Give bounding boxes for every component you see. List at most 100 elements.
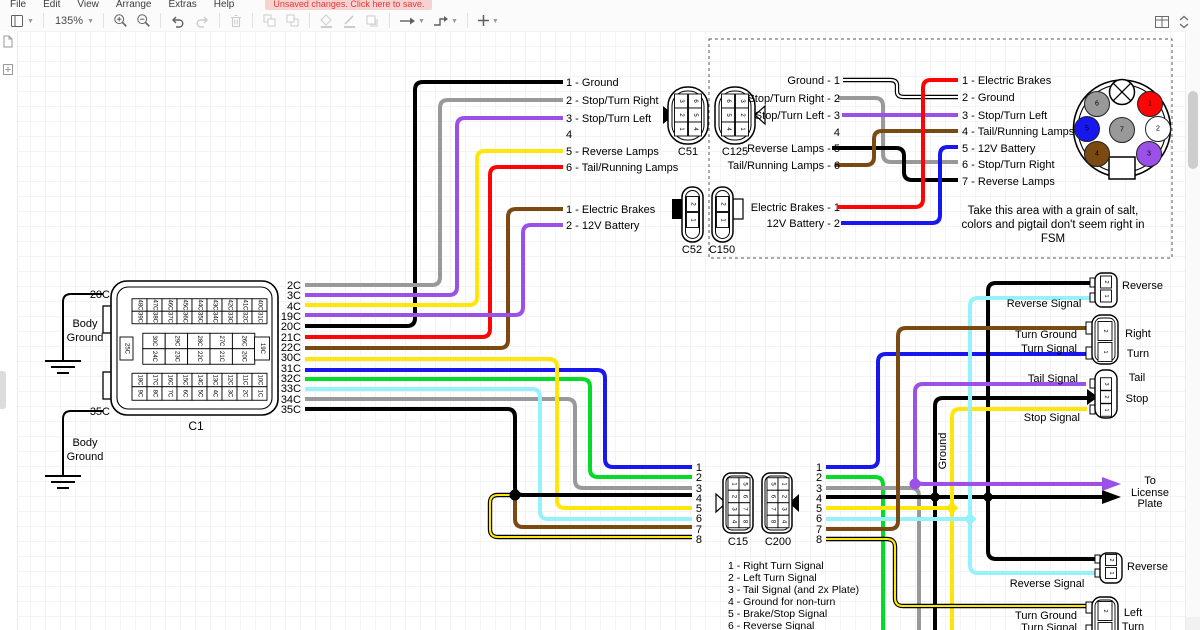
- plug-pin-label-4: 4: [1095, 151, 1099, 158]
- to-front-button[interactable]: [258, 11, 281, 31]
- chevron-down-icon: ▼: [87, 18, 94, 25]
- harness-pins-left[interactable]: 12345678: [696, 462, 702, 546]
- c200-label: C200: [765, 536, 791, 548]
- junction-dot-purple[interactable]: [910, 479, 921, 490]
- pigtail-labels[interactable]: 1 - Ground2 - Stop/Turn Right3 - Stop/Tu…: [566, 77, 679, 174]
- line-color-button[interactable]: [338, 11, 361, 31]
- unsaved-changes-banner[interactable]: Unsaved changes. Click here to save.: [265, 0, 432, 10]
- insert-button[interactable]: ▼: [473, 11, 503, 31]
- junction-diamond-black[interactable]: [982, 491, 995, 504]
- wire-34c-pin3[interactable]: [305, 399, 692, 488]
- menu-edit[interactable]: Edit: [43, 0, 60, 10]
- chevron-down-icon: ▼: [451, 18, 458, 25]
- view-button[interactable]: ▼: [6, 11, 38, 31]
- scrollbar-thumb[interactable]: [1188, 91, 1198, 169]
- pin-35c-label: 35C: [90, 406, 110, 418]
- wire-battery-crossover[interactable]: [841, 147, 958, 223]
- drawing-canvas[interactable]: 48C47C46C45C44C43C42C41C40C 39C38C37C36C…: [0, 31, 1200, 630]
- reverse-signal-label: Reverse Signal: [1010, 578, 1085, 590]
- connector-c1[interactable]: 48C47C46C45C44C43C42C41C40C 39C38C37C36C…: [103, 281, 278, 433]
- c1-pin-6: 12C: [227, 374, 233, 386]
- delete-button[interactable]: [225, 11, 247, 31]
- undo-button[interactable]: [166, 11, 190, 31]
- junction-dot[interactable]: [510, 490, 521, 501]
- shadow-button[interactable]: [361, 11, 384, 31]
- wire-31c-pin1[interactable]: [305, 370, 692, 467]
- connector-right-turn[interactable]: 21: [1086, 315, 1118, 364]
- zoom-level-button[interactable]: 135% ▼: [49, 11, 98, 31]
- connector-reverse-bottom[interactable]: 21: [1095, 553, 1122, 583]
- note-text[interactable]: Take this area with a grain of salt, col…: [961, 205, 1144, 245]
- body-ground-text: Ground: [67, 451, 104, 463]
- mid-lower-label-1: 12V Battery - 2: [767, 218, 840, 230]
- redo-button[interactable]: [190, 11, 214, 31]
- add-page-icon[interactable]: [2, 63, 14, 76]
- round-trailer-connector[interactable]: 1234567: [1074, 80, 1171, 180]
- c1-pin-2: 7C: [167, 390, 173, 398]
- connector-left-turn[interactable]: 21: [1086, 597, 1118, 630]
- c1-right-pin-labels[interactable]: 2C3C4C19C20C21C22C30C31C32C33C34C35C: [281, 280, 301, 416]
- connector-reverse-top[interactable]: 21: [1090, 273, 1117, 307]
- brake-labels[interactable]: 1 - Electric Brakes2 - 12V Battery: [566, 204, 656, 232]
- zoom-out-button[interactable]: [132, 11, 155, 31]
- c1-pin-3: 15C: [182, 374, 188, 386]
- pigtail-label-3: 4: [566, 129, 572, 141]
- c1-pin-0: 30C: [151, 335, 157, 347]
- license-plate-arrow-purple[interactable]: [1102, 477, 1121, 491]
- connector-c200[interactable]: 5678 1234 C200: [762, 473, 799, 548]
- toolbar: File Edit View Arrange Extras Help Unsav…: [0, 0, 1200, 32]
- vertical-scrollbar[interactable]: [1185, 31, 1200, 630]
- menu-help[interactable]: Help: [214, 0, 235, 10]
- wire-30c-pin5[interactable]: [305, 359, 692, 508]
- junction-diamond-yellow[interactable]: [946, 502, 959, 515]
- connector-c52[interactable]: 21 C52: [672, 187, 703, 256]
- wire-32c-pin2[interactable]: [305, 379, 692, 477]
- separator: [252, 13, 253, 28]
- panel-grip[interactable]: [0, 371, 6, 409]
- wire-battery-19c[interactable]: [305, 225, 563, 315]
- c1-pin-3: 45C: [182, 299, 188, 311]
- wire-ground-reverse-top[interactable]: [988, 283, 1095, 497]
- wire-ground-pin8-outline[interactable]: [490, 495, 692, 537]
- mid-labels-lower[interactable]: Electric Brakes - 112V Battery - 2: [751, 202, 840, 230]
- harness-legend[interactable]: 1 - Right Turn Signal2 - Left Turn Signa…: [728, 560, 859, 630]
- menu-arrange[interactable]: Arrange: [116, 0, 152, 10]
- waypoint-style-button[interactable]: ▼: [429, 11, 462, 31]
- arrow-right-icon: [399, 15, 416, 27]
- c1-pin-8: 40C: [257, 299, 263, 311]
- c1-pin-6: 33C: [227, 312, 233, 324]
- wire-ground-crossover-outline[interactable]: [843, 80, 958, 97]
- harness-pins-right[interactable]: 12345678: [816, 462, 822, 546]
- tab: [1090, 405, 1095, 414]
- fill-color-button[interactable]: [315, 11, 338, 31]
- pigtail-label-0: 1 - Ground: [566, 77, 619, 89]
- zoom-in-icon: [113, 13, 128, 28]
- to-back-button[interactable]: [281, 11, 304, 31]
- c1-pin-2: 37C: [167, 312, 173, 324]
- c1-pin-4: 5C: [197, 390, 203, 398]
- page-icon[interactable]: [2, 35, 14, 48]
- wire-ground-reverse-bottom[interactable]: [988, 497, 1100, 559]
- toolbar-right: [1150, 12, 1194, 32]
- license-plate-arrow-black[interactable]: [1102, 490, 1121, 504]
- connection-style-button[interactable]: ▼: [395, 11, 429, 31]
- menu-extras[interactable]: Extras: [168, 0, 196, 10]
- license-plate-label: Plate: [1137, 498, 1162, 510]
- plug-labels[interactable]: 1 - Electric Brakes2 - Ground3 - Stop/Tu…: [962, 75, 1075, 188]
- collapse-expand-button[interactable]: [1174, 12, 1194, 32]
- wire-35c-pin4[interactable]: [305, 409, 692, 495]
- c1-pin-4: 26C: [241, 335, 247, 347]
- junction-diamond-black[interactable]: [929, 491, 942, 504]
- menu-view[interactable]: View: [77, 0, 99, 10]
- menu-file[interactable]: File: [10, 0, 26, 10]
- body-ground-bottom[interactable]: [45, 411, 103, 488]
- connector-tail-stop[interactable]: 321: [1087, 370, 1117, 418]
- connector-c51[interactable]: 321 654 C51: [663, 87, 708, 158]
- format-panel-button[interactable]: [1150, 12, 1174, 32]
- chevron-down-icon: ▼: [492, 18, 499, 25]
- wire-ground-pin8[interactable]: [490, 495, 692, 537]
- zoom-in-button[interactable]: [109, 11, 132, 31]
- connector-c150[interactable]: 21 C150: [709, 187, 743, 256]
- junction-diamond-cyan[interactable]: [964, 513, 977, 526]
- connector-c15[interactable]: 1234 5678 C15: [716, 473, 753, 548]
